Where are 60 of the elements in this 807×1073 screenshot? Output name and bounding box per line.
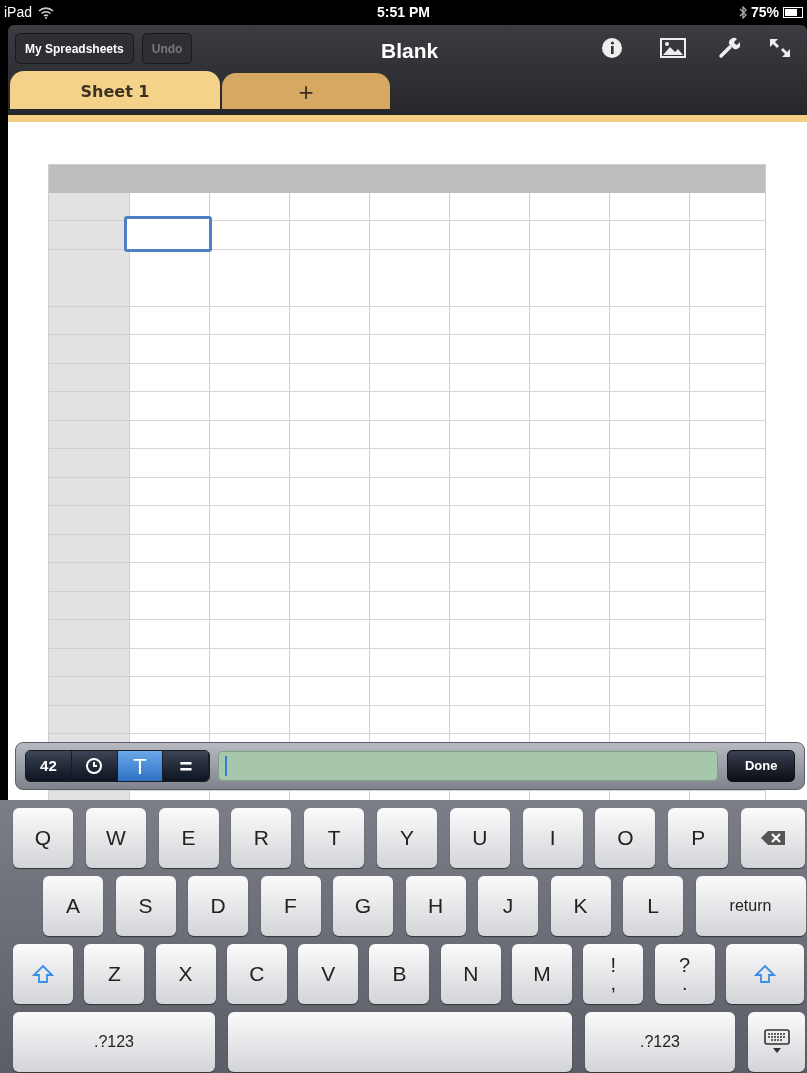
keyboard-key[interactable]: Z: [84, 944, 145, 1004]
clock-mode-button[interactable]: [71, 751, 118, 781]
battery-icon: [783, 7, 803, 18]
keyboard-key[interactable]: D: [188, 876, 248, 936]
keyboard-key[interactable]: A: [43, 876, 103, 936]
toolbar-button[interactable]: My Spreadsheets: [15, 33, 134, 64]
mode-button[interactable]: 42: [26, 751, 72, 781]
selected-cell[interactable]: [124, 216, 212, 252]
numbers-key[interactable]: .?123: [13, 1012, 215, 1072]
sheet-tab[interactable]: +: [222, 73, 390, 109]
keyboard-key[interactable]: I: [522, 808, 583, 868]
keyboard-key[interactable]: F: [260, 876, 321, 936]
keyboard-key[interactable]: M: [512, 944, 573, 1004]
status-time: 5:51 PM: [377, 3, 430, 22]
window-title: Blank: [381, 38, 439, 64]
keyboard-key[interactable]: W: [85, 808, 146, 868]
expand-icon[interactable]: [769, 38, 791, 58]
numbers-key[interactable]: .?123: [585, 1012, 735, 1072]
image-icon[interactable]: [660, 38, 686, 58]
input-field[interactable]: [218, 751, 719, 781]
keyboard-key[interactable]: U: [449, 808, 510, 868]
keyboard-key[interactable]: N: [440, 944, 501, 1004]
wrench-icon[interactable]: [718, 37, 740, 59]
backspace-icon: [759, 830, 786, 846]
keyboard-key[interactable]: ? .: [654, 944, 715, 1004]
keyboard-key[interactable]: O: [595, 808, 656, 868]
info-icon[interactable]: [601, 37, 623, 59]
clock-icon: [85, 757, 104, 775]
battery-percent: 75%: [750, 3, 779, 22]
keyboard-key[interactable]: V: [298, 944, 359, 1004]
keyboard-key[interactable]: ! ,: [583, 944, 644, 1004]
keyboard-key[interactable]: K: [550, 876, 611, 936]
sheet-tab[interactable]: Sheet 1: [10, 71, 220, 109]
shift-key[interactable]: [725, 944, 804, 1004]
keyboard-key[interactable]: G: [333, 876, 393, 936]
keyboard-key[interactable]: H: [405, 876, 466, 936]
done-button[interactable]: Done: [727, 750, 795, 782]
backspace-key[interactable]: [740, 808, 805, 868]
keyboard-key[interactable]: P: [668, 808, 729, 868]
shift-key[interactable]: [13, 944, 73, 1004]
bluetooth-icon: [738, 6, 747, 19]
keyboard-key[interactable]: T: [304, 808, 365, 868]
keyboard-key[interactable]: Y: [377, 808, 437, 868]
keyboard-key[interactable]: L: [623, 876, 683, 936]
keyboard-key[interactable]: Q: [13, 808, 73, 868]
return-key[interactable]: return: [695, 876, 806, 936]
keyboard-key[interactable]: C: [226, 944, 287, 1004]
keyboard-key[interactable]: X: [155, 944, 216, 1004]
keyboard-key[interactable]: E: [158, 808, 219, 868]
keyboard-key[interactable]: S: [115, 876, 176, 936]
device-name: iPad: [4, 3, 33, 22]
shift-arrow-icon: [32, 964, 54, 984]
keyboard-icon: [763, 1029, 790, 1055]
mode-button[interactable]: =: [163, 751, 210, 781]
keyboard-key[interactable]: B: [369, 944, 430, 1004]
hide-keyboard-key[interactable]: [748, 1012, 805, 1072]
keyboard-key[interactable]: R: [231, 808, 292, 868]
wifi-icon: [38, 6, 55, 19]
shift-arrow-icon: [753, 964, 776, 984]
keyboard-key[interactable]: J: [478, 876, 538, 936]
